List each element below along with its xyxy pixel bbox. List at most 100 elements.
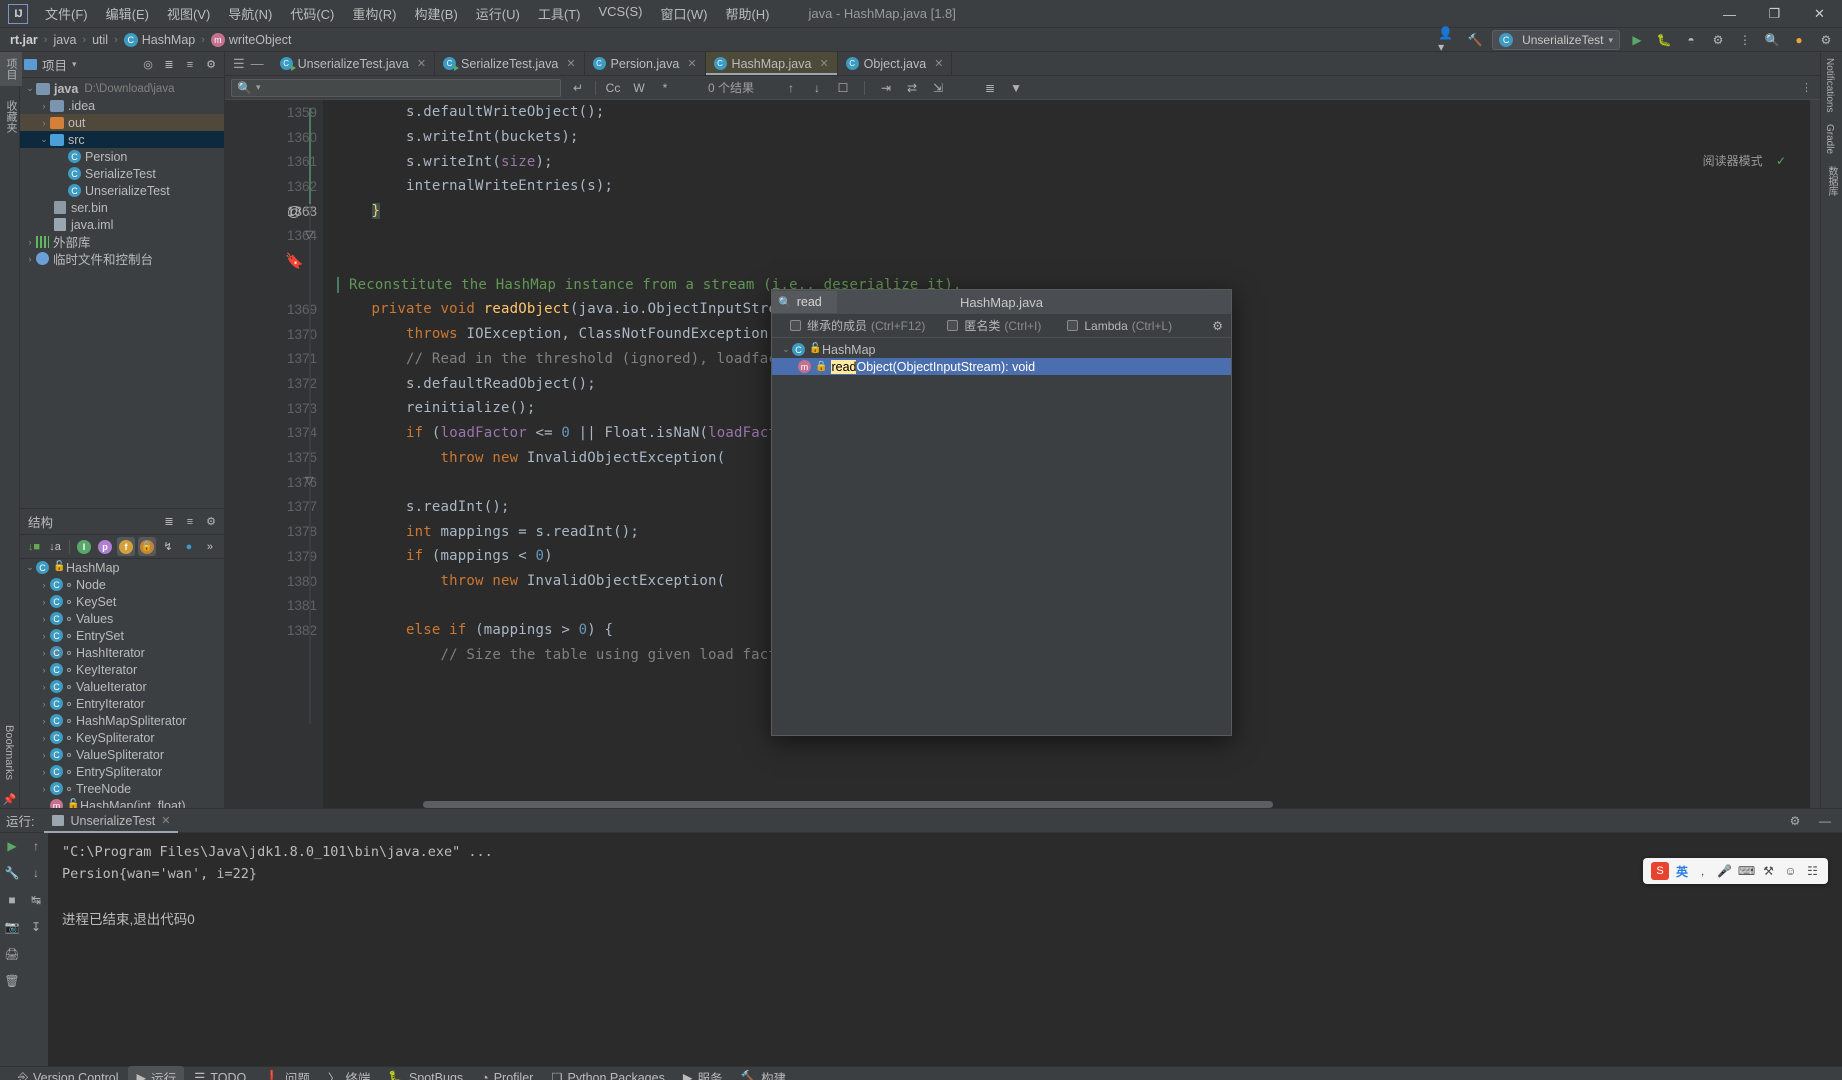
close-icon[interactable]: ✕	[819, 57, 828, 70]
chevron-right-icon[interactable]: ›	[38, 682, 50, 692]
settings-wrench-icon[interactable]: 🔧	[3, 864, 21, 882]
chevron-right-icon[interactable]: ›	[38, 580, 50, 590]
project-tree[interactable]: ⌄ java D:\Download\java › .idea › out ⌄ …	[20, 78, 224, 508]
struct-item-valueiterator[interactable]: › C ValueIterator	[20, 678, 224, 695]
struct-item-hashmapspliterator[interactable]: › C HashMapSpliterator	[20, 712, 224, 729]
history-icon[interactable]: ▾	[256, 82, 261, 93]
rail-bookmarks-tab[interactable]: Bookmarks	[0, 719, 18, 786]
option-lambda[interactable]: Lambda (Ctrl+L)	[1067, 319, 1172, 333]
regex-icon[interactable]: *	[656, 79, 674, 97]
sort-alphabetically-icon[interactable]: ↓a	[46, 537, 64, 556]
camera-icon[interactable]: 📷	[3, 918, 21, 936]
match-case-icon[interactable]: Cc	[604, 79, 622, 97]
soft-wrap-icon[interactable]: ↹	[27, 891, 45, 909]
menu-window[interactable]: 窗口(W)	[652, 1, 717, 26]
breadcrumb-item-hashmap[interactable]: HashMap	[142, 33, 196, 47]
close-icon[interactable]: ✕	[161, 814, 170, 827]
chevron-right-icon[interactable]: ›	[38, 614, 50, 624]
tree-item-src[interactable]: ⌄ src	[20, 131, 224, 148]
scroll-to-end-icon[interactable]: ↧	[27, 918, 45, 936]
struct-item-treenode[interactable]: › C TreeNode	[20, 780, 224, 797]
struct-item-hashmap[interactable]: ⌄ C 🔓 HashMap	[20, 559, 224, 576]
rail-database-tab[interactable]: 数据库	[1821, 160, 1842, 202]
struct-item-hashmap-ctor[interactable]: m 🔓 HashMap(int, float)	[20, 797, 224, 808]
coverage-icon[interactable]: ◓	[1681, 30, 1701, 50]
profile-icon[interactable]: ⚙	[1708, 30, 1728, 50]
chevron-right-icon[interactable]: ›	[38, 665, 50, 675]
locate-file-icon[interactable]: ◎	[139, 56, 157, 74]
keyboard-icon[interactable]: ⌨	[1738, 864, 1755, 879]
menu-code[interactable]: 代码(C)	[281, 1, 343, 26]
tree-item-java-module[interactable]: ⌄ java D:\Download\java	[20, 80, 224, 97]
find-input[interactable]: 🔍 ▾	[231, 78, 561, 97]
menu-build[interactable]: 构建(B)	[405, 1, 466, 26]
chevron-down-icon[interactable]: ⌄	[24, 562, 36, 573]
popup-result-list[interactable]: ⌄ C 🔓 HashMap m 🔒 read Object(ObjectInput…	[772, 338, 1231, 735]
menu-vcs[interactable]: VCS(S)	[589, 1, 651, 26]
fold-icon[interactable]: ▽	[305, 228, 313, 241]
tree-item-external-libraries[interactable]: › 外部库	[20, 233, 224, 250]
structure-tree[interactable]: ⌄ C 🔓 HashMap › C Node › C KeySet › C Va…	[20, 559, 224, 808]
file-structure-popup[interactable]: 🔍 read HashMap.java 继承的成员 (Ctrl+F12) 匿名类…	[771, 289, 1232, 736]
chevron-right-icon[interactable]: ›	[38, 118, 50, 128]
chevron-right-icon[interactable]: ›	[38, 767, 50, 777]
user-icon[interactable]: 👤▾	[1438, 26, 1458, 54]
ime-mode-label[interactable]: 英	[1676, 863, 1688, 880]
apps-icon[interactable]: ☷	[1805, 864, 1820, 879]
menu-file[interactable]: 文件(F)	[36, 1, 97, 26]
editor-tab-object[interactable]: C Object.java ✕	[838, 52, 953, 75]
newline-icon[interactable]: ↵	[569, 79, 587, 97]
struct-item-values[interactable]: › C Values	[20, 610, 224, 627]
breadcrumb-item-writeobject[interactable]: writeObject	[229, 33, 292, 47]
collapse-all-icon[interactable]: ≡	[181, 56, 199, 74]
run-configuration-selector[interactable]: C UnserializeTest ▾	[1492, 30, 1620, 50]
sort-by-visibility-icon[interactable]: ↓■	[25, 537, 43, 556]
more-icon[interactable]: ⋮	[1735, 30, 1755, 50]
struct-item-entryiterator[interactable]: › C EntryIterator	[20, 695, 224, 712]
bottom-tab-spotbugs[interactable]: 🐛 SpotBugs	[380, 1068, 471, 1080]
breadcrumb-item-rtjar[interactable]: rt.jar	[10, 33, 38, 47]
rail-gradle-tab[interactable]: Gradle	[1821, 118, 1838, 160]
filter-icon[interactable]: ▼	[1007, 79, 1025, 97]
annotation-marker-icon[interactable]: @	[287, 203, 301, 219]
rail-project-tab[interactable]: 项目	[0, 52, 22, 86]
close-icon[interactable]: ✕	[417, 57, 426, 70]
struct-item-valuespliterator[interactable]: › C ValueSpliterator	[20, 746, 224, 763]
tools-icon[interactable]: ⚒	[1761, 864, 1776, 879]
chevron-right-icon[interactable]: ›	[38, 648, 50, 658]
chevron-down-icon[interactable]: ▾	[72, 59, 77, 70]
close-icon[interactable]: ✕	[687, 57, 696, 70]
show-non-public-icon[interactable]: 🔒	[137, 537, 156, 556]
tree-item-persion[interactable]: C Persion	[20, 148, 224, 165]
words-icon[interactable]: W	[630, 79, 648, 97]
emoji-icon[interactable]: ☺	[1783, 864, 1798, 879]
popup-result-readobject[interactable]: m 🔒 read Object(ObjectInputStream): void	[772, 358, 1231, 375]
struct-item-keyset[interactable]: › C KeySet	[20, 593, 224, 610]
fold-icon[interactable]: ▽	[305, 204, 313, 217]
bottom-tab-problems[interactable]: ❗ 问题	[256, 1066, 318, 1080]
bottom-tab-terminal[interactable]: 〉 终端	[320, 1066, 379, 1080]
collapse-all-icon[interactable]: ≡	[181, 513, 199, 531]
show-inherited-icon[interactable]: I	[75, 537, 93, 556]
close-icon[interactable]: ✕	[934, 57, 943, 70]
prev-match-icon[interactable]: ↑	[782, 79, 800, 97]
editor-tab-unserializetest[interactable]: C UnserializeTest.java ✕	[272, 52, 436, 75]
editor-tab-hashmap[interactable]: C HashMap.java ✕	[705, 52, 838, 75]
run-icon[interactable]: ▶	[1627, 30, 1647, 50]
error-stripe-gutter[interactable]	[1810, 100, 1820, 808]
tree-item-javaiml[interactable]: java.iml	[20, 216, 224, 233]
checkbox-icon[interactable]	[790, 320, 801, 331]
bottom-tab-services[interactable]: ▶ 服务	[675, 1066, 731, 1080]
tab-list-icon[interactable]: ☰	[233, 56, 245, 72]
menu-tools[interactable]: 工具(T)	[529, 1, 590, 26]
console-output[interactable]: "C:\Program Files\Java\jdk1.8.0_101\bin\…	[48, 833, 1842, 1066]
checkbox-icon[interactable]	[1067, 320, 1079, 331]
settings-icon[interactable]: ⚙	[1816, 30, 1836, 50]
down-icon[interactable]: ↓	[27, 864, 45, 882]
filter-list-icon[interactable]: ≣	[981, 79, 999, 97]
stop-icon[interactable]: ■	[3, 891, 21, 909]
project-settings-icon[interactable]: ⚙	[202, 56, 220, 74]
bottom-tab-version-control[interactable]: ⎆ Version Control	[10, 1068, 126, 1080]
checkbox-icon[interactable]	[947, 320, 959, 331]
breadcrumb-item-java[interactable]: java	[53, 33, 76, 47]
